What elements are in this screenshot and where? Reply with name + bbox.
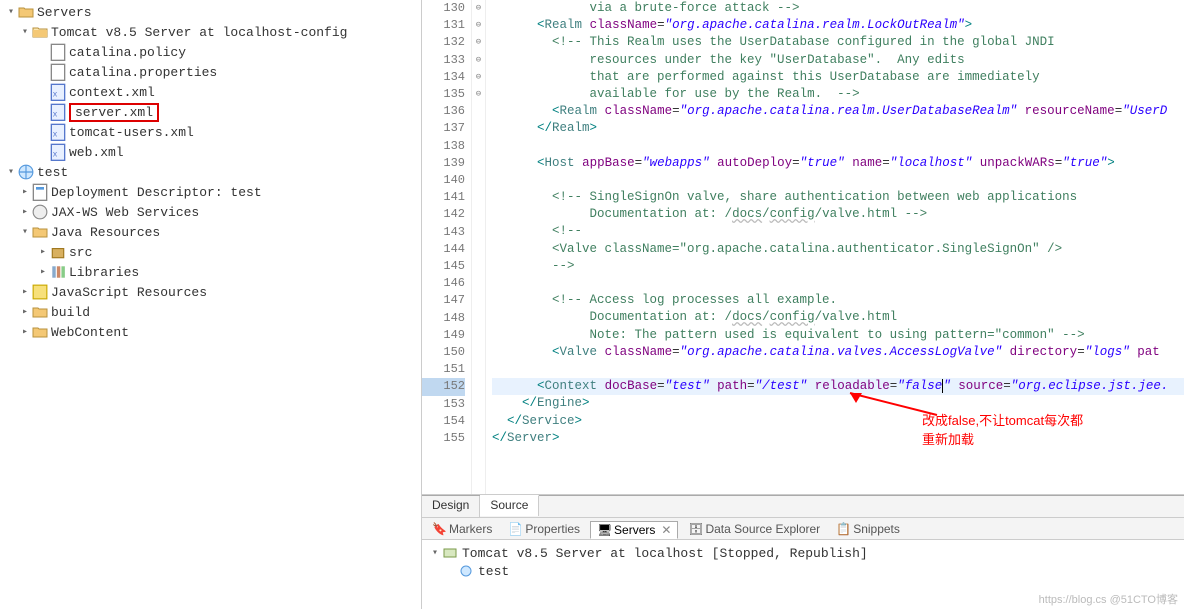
package-icon [50, 244, 66, 260]
server-label: Tomcat v8.5 Server at localhost [Stopped… [462, 546, 868, 561]
tree-label: Tomcat v8.5 Server at localhost-config [51, 25, 347, 40]
module-icon [458, 564, 474, 578]
tree-file[interactable]: x web.xml [0, 142, 421, 162]
file-icon [50, 44, 66, 60]
chevron-down-icon[interactable]: ▾ [4, 166, 18, 178]
tree-label: Deployment Descriptor: test [51, 185, 262, 200]
server-icon [442, 546, 458, 560]
view-datasource[interactable]: 🗄Data Source Explorer [682, 521, 826, 537]
tree-file[interactable]: x context.xml [0, 82, 421, 102]
chevron-down-icon[interactable]: ▾ [18, 226, 32, 238]
tree-project-test[interactable]: ▾ test [0, 162, 421, 182]
tree-label: build [51, 305, 90, 320]
tab-design[interactable]: Design [422, 496, 480, 517]
chevron-down-icon[interactable]: ▾ [18, 26, 32, 38]
xml-file-icon: x [50, 124, 66, 140]
code-content[interactable]: via a brute-force attack --> <Realm clas… [486, 0, 1184, 494]
tree-label: Libraries [69, 265, 139, 280]
xml-file-icon: x [50, 144, 66, 160]
tree-item[interactable]: ▸ build [0, 302, 421, 322]
server-module-row[interactable]: test [428, 562, 1178, 580]
xml-file-icon: x [50, 84, 66, 100]
view-properties[interactable]: 📄Properties [502, 521, 586, 537]
tree-label: test [37, 165, 68, 180]
view-tabs: 🔖Markers 📄Properties 🖥Servers ✕ 🗄Data So… [422, 518, 1184, 540]
folder-icon [32, 324, 48, 340]
chevron-down-icon[interactable]: ▾ [428, 547, 442, 559]
js-resources-icon [32, 284, 48, 300]
tree-label: JavaScript Resources [51, 285, 207, 300]
properties-icon: 📄 [508, 522, 522, 536]
ws-icon [32, 204, 48, 220]
tree-item[interactable]: ▸ Libraries [0, 262, 421, 282]
module-label: test [478, 564, 509, 579]
servers-view-content[interactable]: ▾ Tomcat v8.5 Server at localhost [Stopp… [422, 540, 1184, 609]
editor-pane: 1301311321331341351361371381391401411421… [422, 0, 1184, 609]
tree-item[interactable]: ▸ JavaScript Resources [0, 282, 421, 302]
snippets-icon: 📋 [836, 522, 850, 536]
database-icon: 🗄 [688, 522, 702, 536]
tree-label: tomcat-users.xml [69, 125, 194, 140]
fold-column[interactable]: ⊖⊖⊖⊖⊖⊖ [472, 0, 486, 494]
tree-label: src [69, 245, 92, 260]
view-servers[interactable]: 🖥Servers ✕ [590, 521, 678, 539]
svg-text:x: x [53, 150, 58, 159]
tree-item[interactable]: ▸ WebContent [0, 322, 421, 342]
tab-source[interactable]: Source [480, 495, 539, 516]
chevron-right-icon[interactable]: ▸ [18, 306, 32, 318]
close-icon[interactable]: ✕ [661, 523, 671, 537]
chevron-right-icon[interactable]: ▸ [18, 206, 32, 218]
tree-label: context.xml [69, 85, 155, 100]
tree-item[interactable]: ▸ JAX-WS Web Services [0, 202, 421, 222]
tree-label: server.xml [69, 103, 159, 122]
folder-open-icon [32, 24, 48, 40]
tree-label: catalina.policy [69, 45, 186, 60]
xml-file-icon: x [50, 104, 66, 120]
folder-icon [32, 304, 48, 320]
view-markers[interactable]: 🔖Markers [426, 521, 498, 537]
tree-item[interactable]: ▾ Java Resources [0, 222, 421, 242]
svg-text:x: x [53, 130, 58, 139]
tree-item[interactable]: ▸ src [0, 242, 421, 262]
tree-servers[interactable]: ▾ Servers [0, 2, 421, 22]
tree-file[interactable]: catalina.properties [0, 62, 421, 82]
tree-label: Servers [37, 5, 92, 20]
tree-item[interactable]: ▸ Deployment Descriptor: test [0, 182, 421, 202]
tree-file-server-xml[interactable]: x server.xml [0, 102, 421, 122]
library-icon [50, 264, 66, 280]
server-row[interactable]: ▾ Tomcat v8.5 Server at localhost [Stopp… [428, 544, 1178, 562]
markers-icon: 🔖 [432, 522, 446, 536]
view-snippets[interactable]: 📋Snippets [830, 521, 906, 537]
editor-tabs: Design Source [422, 495, 1184, 517]
svg-text:x: x [53, 90, 58, 99]
chevron-down-icon[interactable]: ▾ [4, 6, 18, 18]
chevron-right-icon[interactable]: ▸ [18, 186, 32, 198]
chevron-right-icon[interactable]: ▸ [36, 266, 50, 278]
web-project-icon [18, 164, 34, 180]
chevron-right-icon[interactable]: ▸ [36, 246, 50, 258]
java-resources-icon [32, 224, 48, 240]
tree-label: catalina.properties [69, 65, 217, 80]
chevron-right-icon[interactable]: ▸ [18, 326, 32, 338]
chevron-right-icon[interactable]: ▸ [18, 286, 32, 298]
code-editor[interactable]: 1301311321331341351361371381391401411421… [422, 0, 1184, 495]
line-number-gutter: 1301311321331341351361371381391401411421… [422, 0, 472, 494]
tree-label: web.xml [69, 145, 124, 160]
tree-tomcat-config[interactable]: ▾ Tomcat v8.5 Server at localhost-config [0, 22, 421, 42]
tree-label: Java Resources [51, 225, 160, 240]
tree-file[interactable]: catalina.policy [0, 42, 421, 62]
folder-icon [18, 4, 34, 20]
tree-label: WebContent [51, 325, 129, 340]
servers-icon: 🖥 [597, 523, 611, 537]
descriptor-icon [32, 184, 48, 200]
bottom-panel: 🔖Markers 📄Properties 🖥Servers ✕ 🗄Data So… [422, 517, 1184, 609]
file-icon [50, 64, 66, 80]
tree-label: JAX-WS Web Services [51, 205, 199, 220]
svg-text:x: x [53, 110, 58, 119]
tree-file[interactable]: x tomcat-users.xml [0, 122, 421, 142]
project-explorer[interactable]: ▾ Servers ▾ Tomcat v8.5 Server at localh… [0, 0, 422, 609]
